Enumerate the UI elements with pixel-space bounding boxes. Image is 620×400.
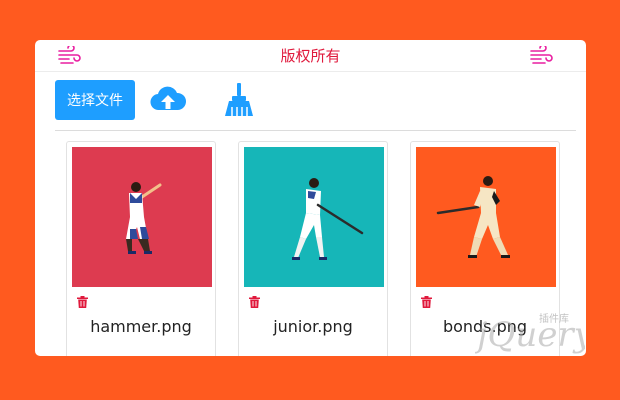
file-card: hammer.png (66, 141, 216, 356)
toolbar: 选择文件 (55, 80, 575, 120)
broom-icon[interactable] (223, 82, 255, 118)
select-file-button[interactable]: 选择文件 (55, 80, 135, 120)
card-header: 版权所有 (35, 40, 586, 72)
trash-icon[interactable] (249, 296, 260, 308)
watermark-logo: jQuery 插件库 (475, 312, 585, 355)
file-preview-image (416, 147, 556, 287)
file-preview-image (244, 147, 384, 287)
toolbar-divider (55, 130, 576, 131)
file-preview-image (72, 147, 212, 287)
file-name: junior.png (273, 317, 353, 336)
trash-icon[interactable] (77, 296, 88, 308)
trash-icon[interactable] (421, 296, 432, 308)
page-title: 版权所有 (280, 47, 341, 65)
upload-card: 版权所有 选择文件 hammer.png junior.png bonds.pn… (35, 40, 586, 356)
wind-icon (530, 46, 553, 64)
file-name: hammer.png (90, 317, 192, 336)
watermark-subtext: 插件库 (539, 312, 569, 325)
file-card: junior.png (238, 141, 388, 356)
cloud-upload-icon[interactable] (149, 84, 187, 116)
